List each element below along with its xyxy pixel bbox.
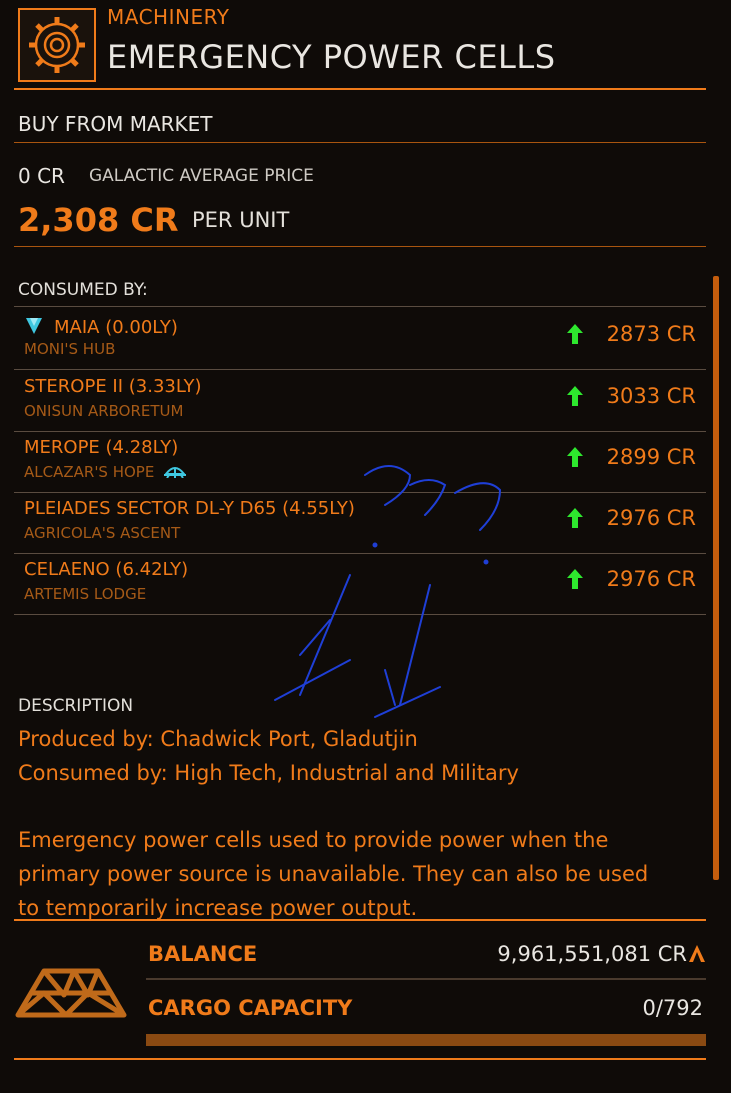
consumer-system: CELAENO (6.42LY) [24, 559, 189, 580]
consumer-station: ALCAZAR'S HOPE [24, 463, 187, 481]
consumer-row[interactable]: STEROPE II (3.33LY) ONISUN ARBORETUM 303… [14, 370, 706, 432]
per-unit-label: PER UNIT [192, 208, 290, 232]
balance-label: BALANCE [148, 942, 258, 966]
cargo-ship-icon [14, 965, 128, 1021]
consumer-station: AGRICOLA'S ASCENT [24, 524, 181, 542]
balance-value: 9,961,551,081 CR [497, 942, 687, 966]
divider [14, 142, 706, 143]
consumer-station-name: ALCAZAR'S HOPE [24, 463, 155, 481]
gem-icon [26, 318, 42, 334]
price-up-arrow-icon [567, 569, 583, 589]
price-up-arrow-icon [567, 508, 583, 528]
consumer-system: MAIA (0.00LY) [24, 314, 178, 338]
consumer-price: 2976 CR [606, 506, 696, 530]
unit-price: 2,308 CR [18, 201, 179, 239]
description-text-line: Emergency power cells used to provide po… [18, 828, 609, 852]
commodity-title: EMERGENCY POWER CELLS [107, 38, 556, 76]
consumer-station: ARTEMIS LODGE [24, 585, 147, 603]
scrollbar[interactable] [713, 276, 719, 880]
description-text-line: primary power source is unavailable. The… [18, 862, 649, 886]
cargo-capacity-label: CARGO CAPACITY [148, 996, 353, 1020]
price-up-arrow-icon [567, 447, 583, 467]
galactic-average-label: GALACTIC AVERAGE PRICE [89, 166, 314, 186]
consumer-price: 2976 CR [606, 567, 696, 591]
consumer-price: 2899 CR [606, 445, 696, 469]
consumer-system: STEROPE II (3.33LY) [24, 376, 202, 397]
cargo-capacity-value: 0/792 [642, 996, 703, 1020]
cargo-capacity-bar [146, 1034, 706, 1046]
consumer-system: MEROPE (4.28LY) [24, 437, 179, 458]
handwritten-annotation [274, 465, 502, 718]
description-consumed-by: Consumed by: High Tech, Industrial and M… [18, 761, 519, 785]
description-label: DESCRIPTION [18, 696, 134, 716]
consumer-row[interactable]: MAIA (0.00LY) MONI'S HUB 2873 CR [14, 308, 706, 370]
divider [146, 978, 706, 980]
header-divider [14, 88, 706, 90]
consumer-price: 3033 CR [606, 384, 696, 408]
footer-divider [14, 919, 706, 921]
divider [14, 306, 706, 307]
price-up-arrow-icon [567, 324, 583, 344]
description-text-line: to temporarily increase power output. [18, 896, 418, 920]
consumed-by-label: CONSUMED BY: [18, 280, 148, 300]
consumer-system-name: MAIA (0.00LY) [54, 317, 178, 338]
consumer-station: ONISUN ARBORETUM [24, 402, 184, 420]
galactic-average-value: 0 CR [18, 164, 65, 188]
consumer-station: MONI'S HUB [24, 340, 116, 358]
buy-from-market-label[interactable]: BUY FROM MARKET [18, 112, 213, 136]
price-up-arrow-icon [567, 386, 583, 406]
outpost-icon [164, 467, 187, 479]
gear-icon [18, 8, 96, 82]
divider [14, 246, 706, 247]
consumer-price: 2873 CR [606, 322, 696, 346]
bottom-divider [14, 1058, 706, 1060]
credits-icon [689, 945, 705, 962]
commodity-category: MACHINERY [107, 5, 230, 29]
